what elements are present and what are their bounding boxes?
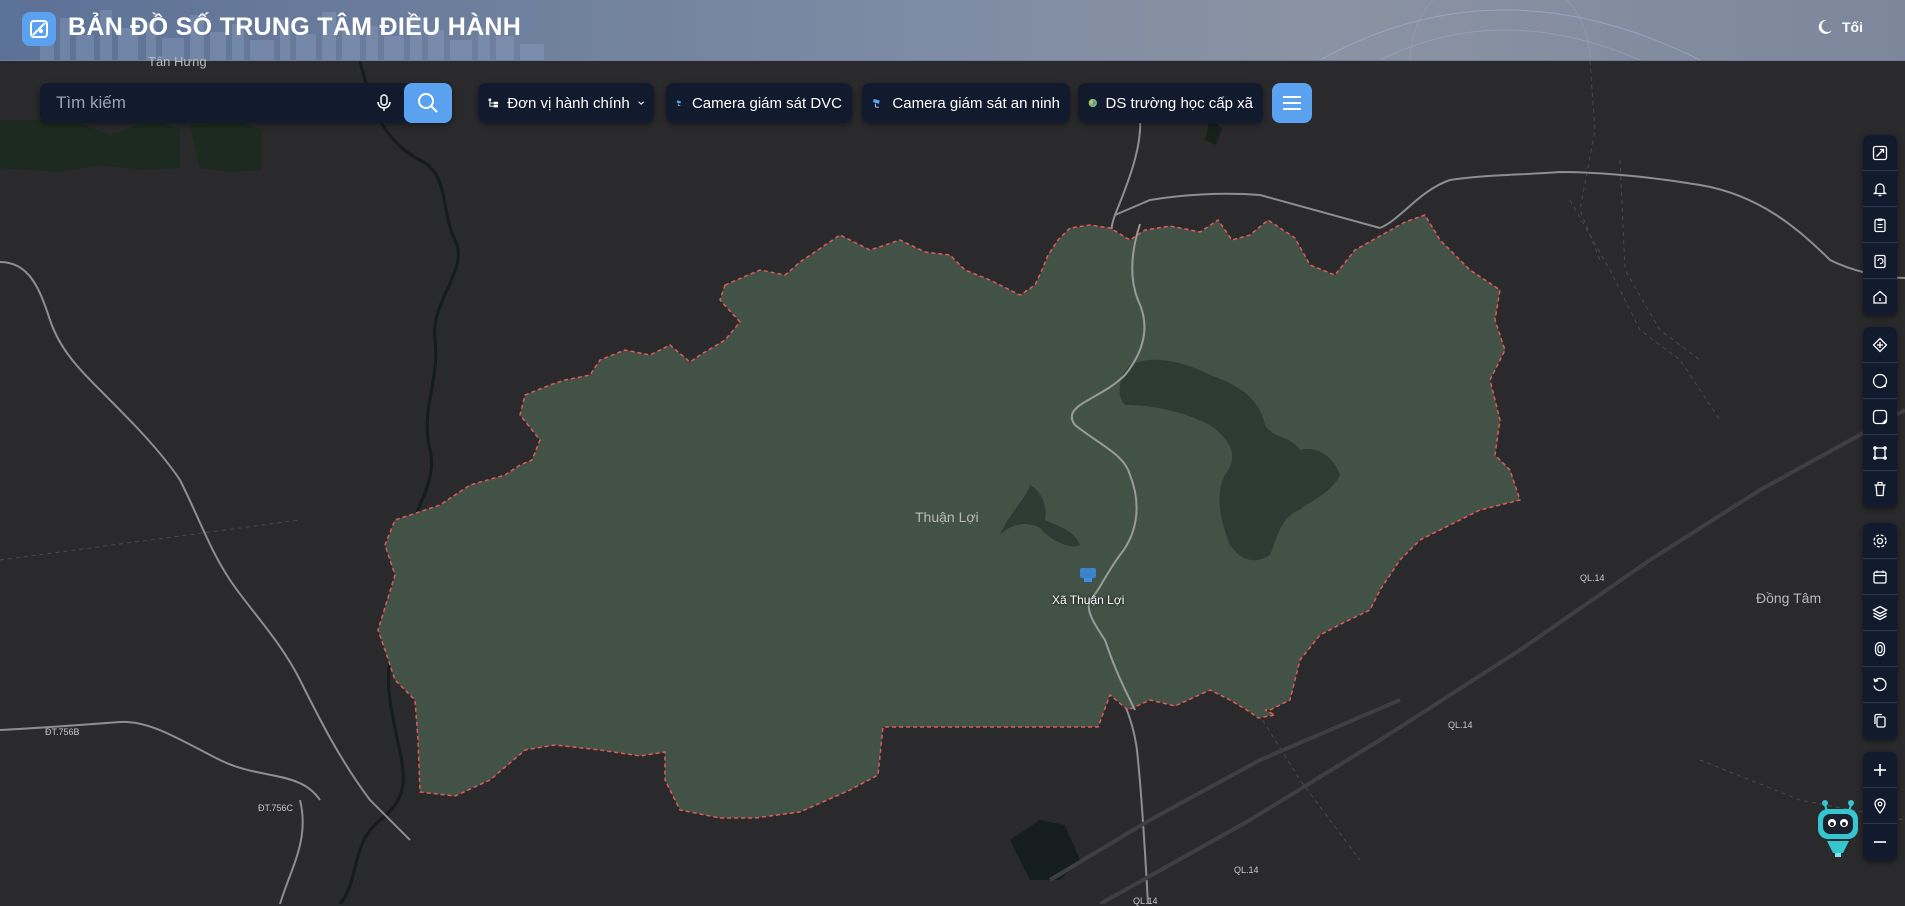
filter-camera-dvc-label: Camera giám sát DVC [691, 94, 842, 112]
road-label-dt756c: ĐT.756C [258, 803, 294, 813]
search-input[interactable] [40, 92, 372, 114]
theme-toggle[interactable]: Tối [1816, 18, 1863, 36]
rotate-button[interactable] [1863, 667, 1897, 703]
road-label-ql14: QL.14 [1133, 896, 1158, 906]
draw-square-button[interactable] [1863, 399, 1897, 435]
map-forest-area [190, 122, 262, 172]
polygon-tool-icon [1873, 445, 1887, 460]
search-bar [40, 83, 452, 123]
zoom-in-icon [1874, 763, 1886, 776]
menu-button[interactable] [1272, 83, 1312, 123]
clipboard-icon [1874, 218, 1886, 232]
draw-polygon-button[interactable] [1863, 435, 1897, 471]
road-label-ql14: QL.14 [1234, 865, 1259, 875]
expand-icon [1872, 145, 1888, 160]
tree-icon [488, 98, 499, 108]
my-location-button[interactable] [1863, 788, 1897, 824]
theme-label: Tối [1842, 19, 1863, 35]
navigate-icon [1872, 337, 1888, 352]
camera-icon [873, 99, 880, 108]
draw-circle-button[interactable] [1863, 363, 1897, 399]
zoom-out-button[interactable] [1863, 824, 1897, 860]
app-header: BẢN ĐỒ SỐ TRUNG TÂM ĐIỀU HÀNH Tối [0, 0, 1905, 61]
navigate-button[interactable] [1863, 327, 1897, 363]
road-label-dt756b: ĐT.756B [45, 727, 80, 737]
filter-camera-security[interactable]: Camera giám sát an ninh [862, 83, 1070, 123]
reports-button[interactable] [1863, 207, 1897, 243]
layers-icon [1872, 605, 1888, 620]
map-road [1114, 192, 1381, 229]
copy-icon [1874, 713, 1886, 728]
bell-icon [1872, 182, 1888, 196]
map-label-tan-hung: Tân Hưng [148, 54, 207, 69]
map-canvas[interactable] [0, 61, 1905, 904]
filter-camera-security-label: Camera giám sát an ninh [892, 94, 1060, 112]
calendar-button[interactable] [1863, 559, 1897, 595]
map-road [279, 799, 304, 904]
settings-button[interactable] [1863, 523, 1897, 559]
map-label-xa-thuan-loi[interactable]: Xã Thuận Lợi [1052, 593, 1124, 607]
search-icon [418, 93, 438, 113]
filter-admin-units-label: Đơn vị hành chính [507, 94, 630, 112]
toolbar-group-draw [1863, 327, 1897, 507]
delete-drawing-button[interactable] [1863, 471, 1897, 507]
chatbot-button[interactable] [1815, 797, 1861, 870]
school-icon [1088, 98, 1097, 108]
zoom-in-button[interactable] [1863, 752, 1897, 788]
map-highway [1048, 698, 1401, 882]
toolbar-group-zoom [1863, 752, 1897, 860]
copy-button[interactable] [1863, 703, 1897, 739]
app-logo[interactable] [22, 12, 56, 46]
chevron-down-icon [638, 101, 644, 105]
refresh-icon [1874, 254, 1886, 268]
calendar-icon [1873, 570, 1887, 584]
camera-icon [676, 100, 681, 106]
map-label-dong-tam: Đồng Tâm [1756, 590, 1822, 606]
notifications-button[interactable] [1863, 171, 1897, 207]
rotate-icon [1873, 677, 1887, 691]
road-label-ql14: QL.14 [1580, 573, 1605, 583]
moon-icon [1818, 19, 1832, 34]
expand-button[interactable] [1863, 135, 1897, 171]
trash-icon [1874, 481, 1886, 497]
sync-button[interactable] [1863, 243, 1897, 279]
map-forest-area [0, 120, 180, 172]
layers-button[interactable] [1863, 595, 1897, 631]
settings-icon [1873, 533, 1887, 548]
map-label-thuan-loi: Thuận Lợi [915, 509, 979, 525]
toolbar-group-settings [1863, 523, 1897, 739]
fingerprint-icon [1874, 641, 1886, 656]
square-tool-icon [1872, 409, 1888, 424]
mic-button[interactable] [372, 91, 396, 115]
fingerprint-button[interactable] [1863, 631, 1897, 667]
search-button[interactable] [404, 83, 452, 123]
home-icon [1873, 290, 1887, 304]
location-pin-icon [1874, 797, 1886, 814]
toolbar-group-main [1863, 135, 1897, 315]
filter-schools[interactable]: DS trường học cấp xã [1078, 83, 1263, 123]
zoom-out-icon [1874, 841, 1886, 843]
filter-schools-label: DS trường học cấp xã [1105, 94, 1253, 112]
hamburger-icon [1283, 96, 1301, 110]
filter-admin-units[interactable]: Đơn vị hành chính [478, 83, 654, 123]
road-label-ql14: QL.14 [1448, 720, 1473, 730]
home-button[interactable] [1863, 279, 1897, 315]
filter-camera-dvc[interactable]: Camera giám sát DVC [666, 83, 852, 123]
robot-icon [1818, 800, 1858, 857]
circle-tool-icon [1872, 373, 1888, 388]
map-water [1010, 820, 1080, 880]
microphone-icon [377, 94, 391, 111]
page-title: BẢN ĐỒ SỐ TRUNG TÂM ĐIỀU HÀNH [68, 13, 522, 41]
map-logo-icon [30, 20, 48, 38]
